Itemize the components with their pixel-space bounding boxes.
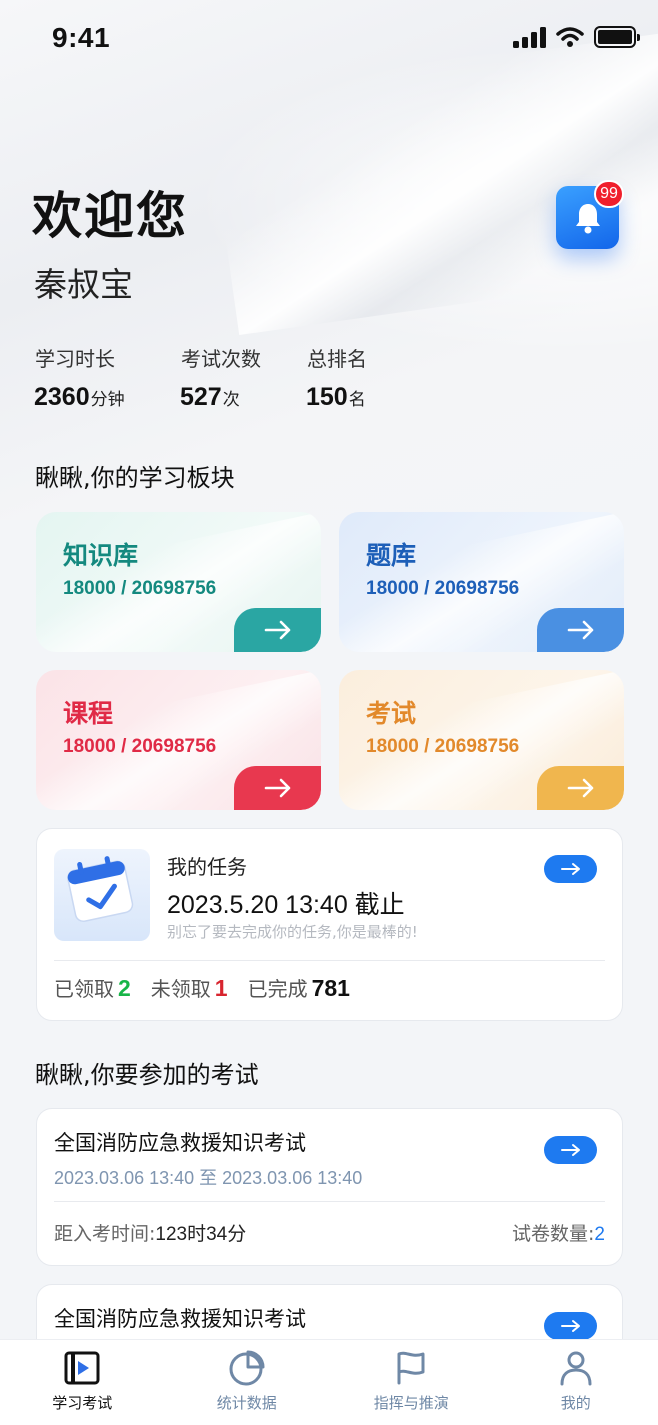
exam-go-button[interactable] [544, 1312, 597, 1340]
arrow-right-icon [560, 1144, 580, 1156]
cellular-signal-icon [513, 26, 546, 48]
task-completed: 已完成 781 [247, 975, 350, 1001]
exam-countdown: 距入考时间:123时34分 [54, 1223, 247, 1245]
stat-value: 150 [306, 383, 348, 411]
module-course[interactable]: 课程 18000 / 20698756 [36, 670, 321, 810]
task-go-button[interactable] [544, 855, 597, 883]
stat-label: 总排名 [307, 347, 367, 371]
video-play-icon [64, 1351, 100, 1385]
modules-section-title: 瞅瞅,你的学习板块 [35, 464, 235, 492]
module-count: 18000 / 20698756 [366, 578, 520, 599]
tab-label: 学习考试 [52, 1394, 113, 1412]
stat-unit: 分钟 [90, 390, 125, 409]
module-question-bank[interactable]: 题库 18000 / 20698756 [339, 512, 624, 652]
task-stats: 已领取 2 未领取 1 已完成 781 [54, 973, 350, 1002]
stat-exam-count: 考试次数 527次 [180, 343, 261, 411]
welcome-title: 欢迎您 [32, 187, 188, 245]
exam-paper-count: 试卷数量:2 [512, 1223, 605, 1245]
notification-badge: 99 [594, 180, 624, 208]
task-card[interactable]: 我的任务 2023.5.20 13:40 截止 别忘了要去完成你的任务,你是最棒… [36, 828, 623, 1021]
task-unreceived: 未领取 1 [150, 975, 228, 1001]
stat-label: 学习时长 [35, 347, 115, 371]
tab-command[interactable]: 指挥与推演 [329, 1340, 494, 1425]
arrow-right-icon [567, 778, 593, 798]
stat-unit: 次 [222, 390, 240, 409]
battery-icon [594, 26, 640, 48]
status-bar: 9:41 [0, 0, 658, 80]
status-icons [513, 26, 640, 48]
pie-chart-icon [229, 1350, 265, 1386]
module-exam[interactable]: 考试 18000 / 20698756 [339, 670, 624, 810]
tab-label: 指挥与推演 [373, 1394, 449, 1412]
stat-label: 考试次数 [181, 347, 261, 371]
status-time: 9:41 [52, 22, 111, 53]
divider [54, 1201, 605, 1202]
calendar-check-icon [54, 849, 150, 941]
arrow-right-icon [264, 778, 290, 798]
user-icon [560, 1351, 592, 1386]
tab-study-exam[interactable]: 学习考试 [0, 1340, 165, 1425]
task-deadline: 2023.5.20 13:40 截止 [167, 891, 405, 919]
notification-button[interactable]: 99 [556, 180, 624, 249]
arrow-right-icon [560, 1320, 580, 1332]
module-count: 18000 / 20698756 [366, 736, 520, 757]
flag-icon [397, 1351, 425, 1385]
wifi-icon [556, 27, 584, 47]
task-subtitle: 别忘了要去完成你的任务,你是最棒的! [167, 923, 418, 941]
module-count: 18000 / 20698756 [63, 578, 217, 599]
tab-label: 统计数据 [216, 1394, 277, 1412]
arrow-right-icon [560, 863, 580, 875]
arrow-right-icon [264, 620, 290, 640]
exam-time-range: 2023.03.06 13:40 至 2023.03.06 13:40 [54, 1168, 363, 1188]
exam-footer: 距入考时间:123时34分 试卷数量:2 [54, 1219, 605, 1246]
bell-icon [575, 203, 600, 233]
tab-statistics[interactable]: 统计数据 [165, 1340, 330, 1425]
module-title: 知识库 [63, 541, 139, 570]
module-arrow-button[interactable] [234, 608, 321, 652]
stat-value: 2360 [34, 383, 90, 411]
tab-profile[interactable]: 我的 [494, 1340, 658, 1425]
tab-bar: 学习考试 统计数据 指挥与推演 我的 [0, 1339, 658, 1425]
stat-study-time: 学习时长 2360分钟 [34, 343, 125, 411]
exam-title: 全国消防应急救援知识考试 [54, 1131, 306, 1155]
task-title: 我的任务 [167, 855, 247, 879]
module-arrow-button[interactable] [537, 766, 624, 810]
module-title: 考试 [366, 699, 417, 728]
task-received: 已领取 2 [54, 975, 131, 1001]
module-arrow-button[interactable] [234, 766, 321, 810]
stat-ranking: 总排名 150名 [306, 343, 367, 411]
module-knowledge-base[interactable]: 知识库 18000 / 20698756 [36, 512, 321, 652]
module-title: 课程 [63, 699, 114, 728]
exams-section-title: 瞅瞅,你要参加的考试 [35, 1061, 259, 1089]
exam-title: 全国消防应急救援知识考试 [54, 1307, 306, 1331]
module-count: 18000 / 20698756 [63, 736, 217, 757]
exam-go-button[interactable] [544, 1136, 597, 1164]
module-title: 题库 [366, 541, 417, 570]
exam-card[interactable]: 全国消防应急救援知识考试 2023.03.06 13:40 至 2023.03.… [36, 1108, 623, 1266]
tab-label: 我的 [560, 1394, 591, 1412]
module-arrow-button[interactable] [537, 608, 624, 652]
arrow-right-icon [567, 620, 593, 640]
username: 秦叔宝 [34, 265, 133, 304]
stat-unit: 名 [348, 390, 366, 409]
divider [54, 960, 605, 961]
stat-value: 527 [180, 383, 222, 411]
